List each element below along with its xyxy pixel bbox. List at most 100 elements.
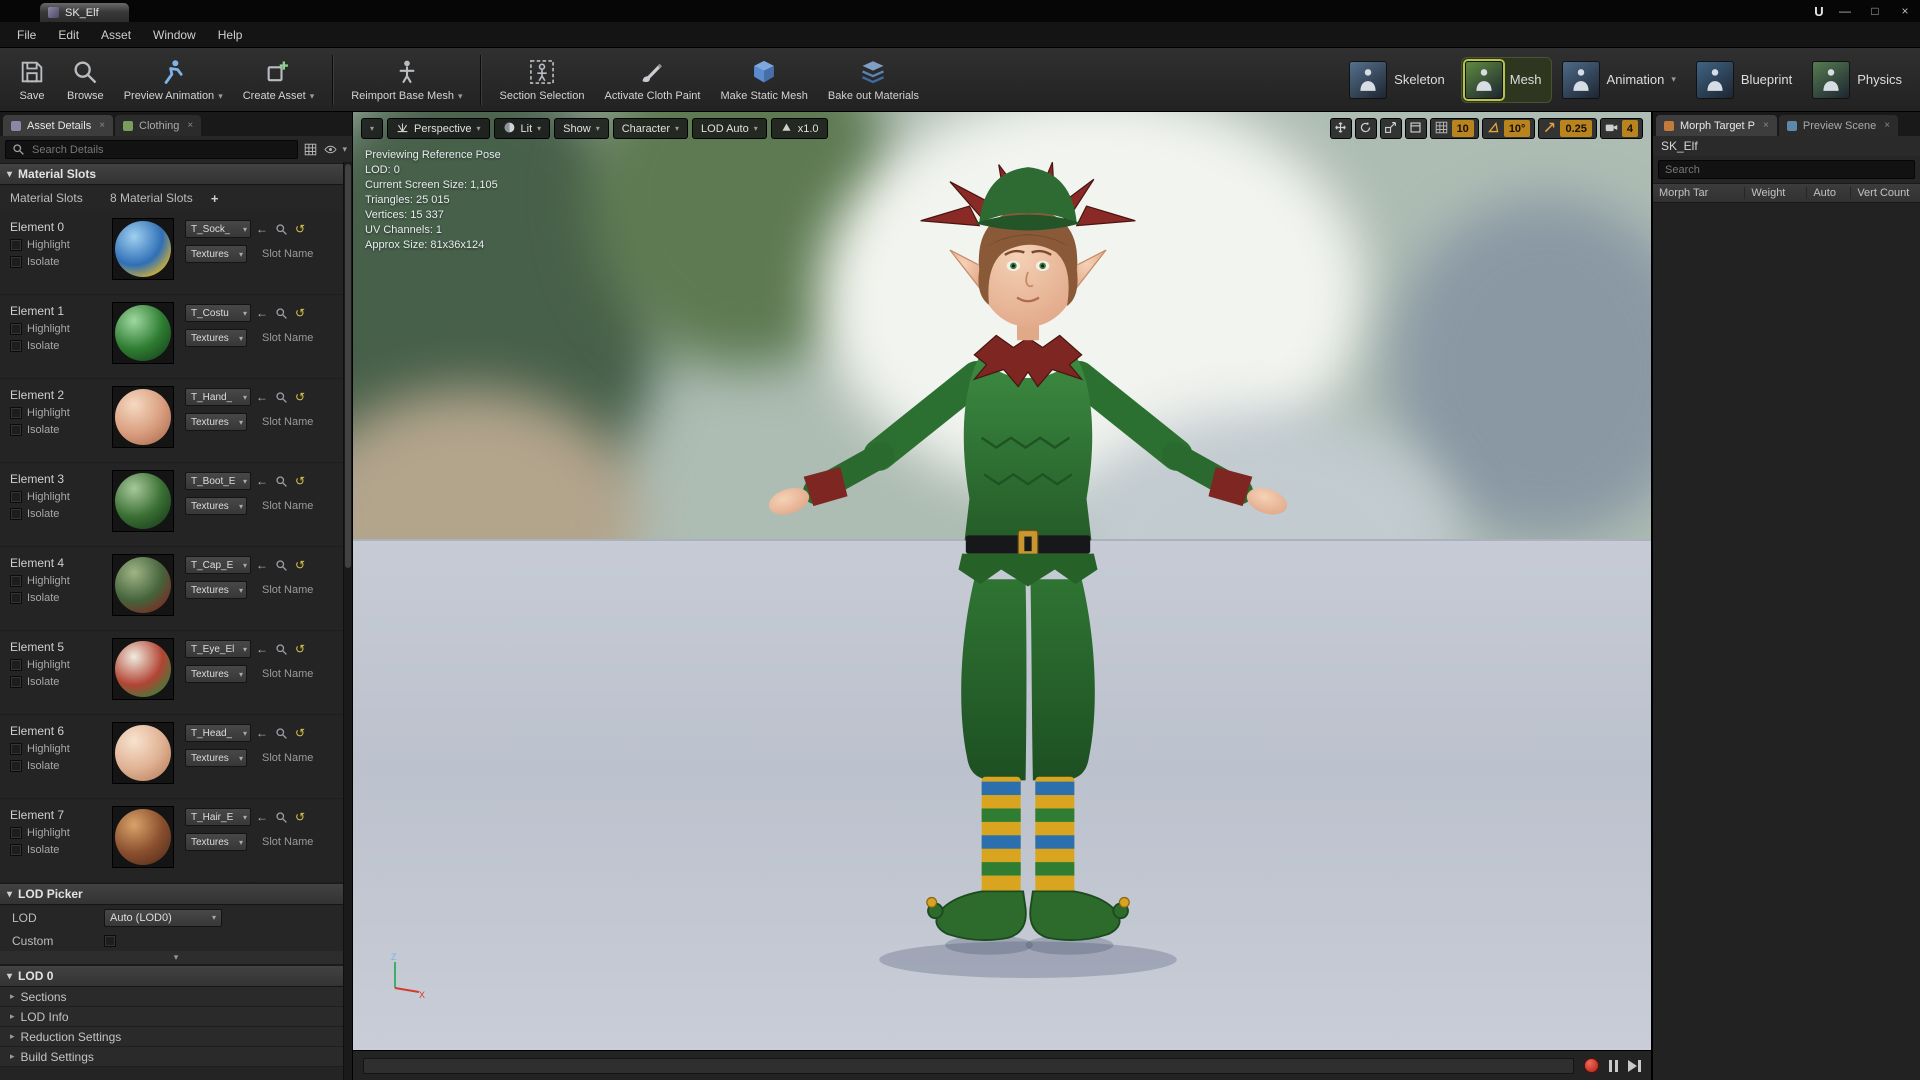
chevron-right-icon[interactable]: ▸ [10, 1031, 15, 1042]
toolbar-button-section-selection[interactable]: Section Selection [490, 53, 593, 106]
isolate-checkbox[interactable] [10, 340, 22, 352]
material-thumbnail[interactable] [112, 554, 174, 616]
3d-viewport[interactable]: ▾ Perspective ▾ Lit ▾ Show ▾ Character ▾ LOD… [353, 112, 1652, 1080]
highlight-checkbox[interactable] [10, 743, 22, 755]
reset-to-default-icon[interactable]: ↺ [292, 557, 308, 573]
browse-to-asset-icon[interactable] [273, 389, 289, 405]
highlight-checkbox[interactable] [10, 407, 22, 419]
mode-button-skeleton[interactable]: Skeleton [1345, 57, 1455, 103]
highlight-checkbox[interactable] [10, 323, 22, 335]
menu-item-window[interactable]: Window [142, 24, 207, 46]
rotation-snap-control[interactable]: 10° [1481, 118, 1536, 139]
chevron-down-icon[interactable]: ▾ [218, 91, 223, 102]
grid-snap-value[interactable]: 10 [1451, 120, 1474, 137]
browse-to-asset-icon[interactable] [273, 557, 289, 573]
use-selected-arrow-icon[interactable]: ← [254, 305, 270, 321]
tab-clothing[interactable]: Clothing × [115, 115, 202, 136]
chevron-right-icon[interactable]: ▸ [10, 991, 15, 1002]
add-material-slot-button[interactable]: + [207, 190, 223, 206]
tree-row-build-settings[interactable]: ▸ Build Settings [0, 1047, 352, 1067]
use-selected-arrow-icon[interactable]: ← [254, 221, 270, 237]
material-thumbnail[interactable] [112, 470, 174, 532]
textures-dropdown[interactable]: Textures ▾ [185, 497, 247, 515]
toolbar-button-make-static-mesh[interactable]: Make Static Mesh [711, 53, 816, 106]
left-panel-scrollbar[interactable] [343, 162, 352, 1080]
chevron-right-icon[interactable]: ▸ [10, 1051, 15, 1062]
rotate-gizmo-button[interactable] [1354, 118, 1377, 139]
highlight-checkbox[interactable] [10, 659, 22, 671]
camera-speed-control[interactable]: 4 [1599, 118, 1643, 139]
tree-row-sections[interactable]: ▸ Sections [0, 987, 352, 1007]
textures-dropdown[interactable]: Textures ▾ [185, 833, 247, 851]
search-details-input[interactable] [30, 142, 294, 157]
use-selected-arrow-icon[interactable]: ← [254, 809, 270, 825]
isolate-checkbox[interactable] [10, 508, 22, 520]
textures-dropdown[interactable]: Textures ▾ [185, 749, 247, 767]
tree-row-lod-info[interactable]: ▸ LOD Info [0, 1007, 352, 1027]
textures-dropdown[interactable]: Textures ▾ [185, 245, 247, 263]
chevron-down-icon[interactable]: ▾ [342, 144, 347, 155]
reset-to-default-icon[interactable]: ↺ [292, 641, 308, 657]
highlight-checkbox[interactable] [10, 575, 22, 587]
toolbar-button-preview-animation[interactable]: Preview Animation ▾ [115, 53, 232, 106]
timeline-track[interactable] [363, 1057, 1574, 1074]
menu-item-help[interactable]: Help [207, 24, 254, 46]
column-header-weight[interactable]: Weight [1744, 187, 1806, 199]
toolbar-button-activate-cloth-paint[interactable]: Activate Cloth Paint [595, 53, 709, 106]
browse-to-asset-icon[interactable] [273, 725, 289, 741]
chevron-down-icon[interactable]: ▾ [1671, 74, 1676, 85]
scale-gizmo-button[interactable] [1379, 118, 1402, 139]
grid-snap-control[interactable]: 10 [1429, 118, 1479, 139]
morph-search-box[interactable] [1658, 160, 1915, 179]
close-tab-icon[interactable]: × [187, 120, 193, 131]
lod-dropdown[interactable]: Auto (LOD0) ▾ [104, 908, 222, 927]
use-selected-arrow-icon[interactable]: ← [254, 557, 270, 573]
step-forward-button[interactable] [1628, 1059, 1641, 1072]
rotation-snap-value[interactable]: 10° [1503, 120, 1531, 137]
camera-speed-value[interactable]: 4 [1621, 120, 1638, 137]
material-thumbnail[interactable] [112, 218, 174, 280]
reset-to-default-icon[interactable]: ↺ [292, 725, 308, 741]
material-dropdown[interactable]: T_Hair_E ▾ [185, 808, 251, 826]
tab-asset-details[interactable]: Asset Details × [3, 115, 114, 136]
close-button[interactable]: × [1890, 1, 1920, 21]
scrollbar-thumb[interactable] [345, 164, 351, 568]
close-tab-icon[interactable]: × [99, 120, 105, 131]
menu-item-edit[interactable]: Edit [47, 24, 90, 46]
toolbar-button-browse[interactable]: Browse [58, 53, 113, 106]
lod-picker-header[interactable]: ▾ LOD Picker [0, 883, 352, 905]
material-thumbnail[interactable] [112, 722, 174, 784]
record-button[interactable] [1584, 1058, 1599, 1073]
scale-snap-value[interactable]: 0.25 [1560, 120, 1592, 137]
material-dropdown[interactable]: T_Hand_ ▾ [185, 388, 251, 406]
isolate-checkbox[interactable] [10, 760, 22, 772]
material-dropdown[interactable]: T_Costu ▾ [185, 304, 251, 322]
lod0-header[interactable]: ▾ LOD 0 [0, 965, 352, 987]
browse-to-asset-icon[interactable] [273, 809, 289, 825]
isolate-checkbox[interactable] [10, 844, 22, 856]
use-selected-arrow-icon[interactable]: ← [254, 641, 270, 657]
reset-to-default-icon[interactable]: ↺ [292, 305, 308, 321]
toolbar-button-create-asset[interactable]: Create Asset ▾ [234, 53, 324, 106]
material-thumbnail[interactable] [112, 806, 174, 868]
material-thumbnail[interactable] [112, 638, 174, 700]
view-options-grid-icon[interactable] [302, 142, 318, 158]
tab-preview-scene[interactable]: Preview Scene × [1778, 115, 1899, 136]
use-selected-arrow-icon[interactable]: ← [254, 473, 270, 489]
isolate-checkbox[interactable] [10, 676, 22, 688]
chevron-down-icon[interactable]: ▾ [310, 91, 315, 102]
lod-picker-expander[interactable]: ▾ [0, 951, 352, 965]
scale-snap-control[interactable]: 0.25 [1538, 118, 1597, 139]
playback-speed-button[interactable]: x1.0 [770, 118, 828, 139]
tree-row-reduction-settings[interactable]: ▸ Reduction Settings [0, 1027, 352, 1047]
textures-dropdown[interactable]: Textures ▾ [185, 665, 247, 683]
column-header-morph-tar[interactable]: Morph Tar [1653, 187, 1744, 199]
browse-to-asset-icon[interactable] [273, 305, 289, 321]
textures-dropdown[interactable]: Textures ▾ [185, 329, 247, 347]
chevron-right-icon[interactable]: ▸ [10, 1011, 15, 1022]
use-selected-arrow-icon[interactable]: ← [254, 725, 270, 741]
column-header-auto[interactable]: Auto [1806, 187, 1850, 199]
details-search-box[interactable] [5, 140, 299, 159]
reset-to-default-icon[interactable]: ↺ [292, 809, 308, 825]
chevron-down-icon[interactable]: ▾ [458, 91, 463, 102]
